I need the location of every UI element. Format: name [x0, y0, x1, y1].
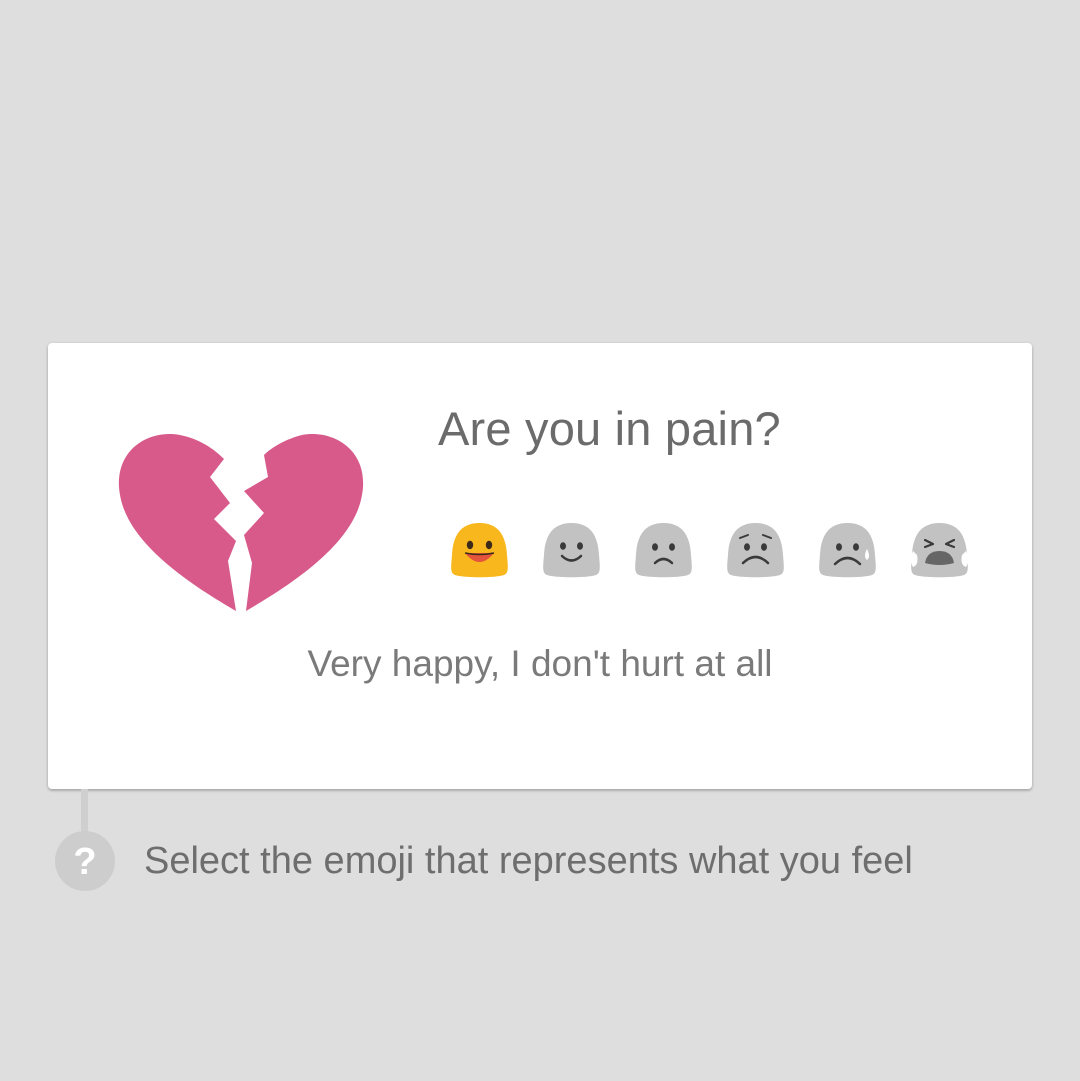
loudly-crying-emoji-icon[interactable]	[909, 521, 970, 579]
instruction-hint: Select the emoji that represents what yo…	[144, 840, 913, 882]
question-title: Are you in pain?	[438, 402, 781, 455]
worried-emoji-icon[interactable]	[725, 521, 786, 579]
pain-question-card: Are you in pain? Very happy, I don't hur…	[48, 343, 1032, 789]
selected-answer-label: Very happy, I don't hurt at all	[307, 643, 773, 684]
very-happy-emoji-icon[interactable]	[449, 521, 510, 579]
question-mark-icon[interactable]: ?	[55, 831, 115, 891]
slightly-sad-emoji-icon[interactable]	[633, 521, 694, 579]
happy-emoji-icon[interactable]	[541, 521, 602, 579]
svg-text:?: ?	[73, 841, 96, 883]
emoji-rating-selector	[449, 521, 970, 581]
crying-emoji-icon[interactable]	[817, 521, 878, 579]
card-connector-line	[81, 789, 88, 834]
broken-heart-icon	[118, 434, 364, 611]
